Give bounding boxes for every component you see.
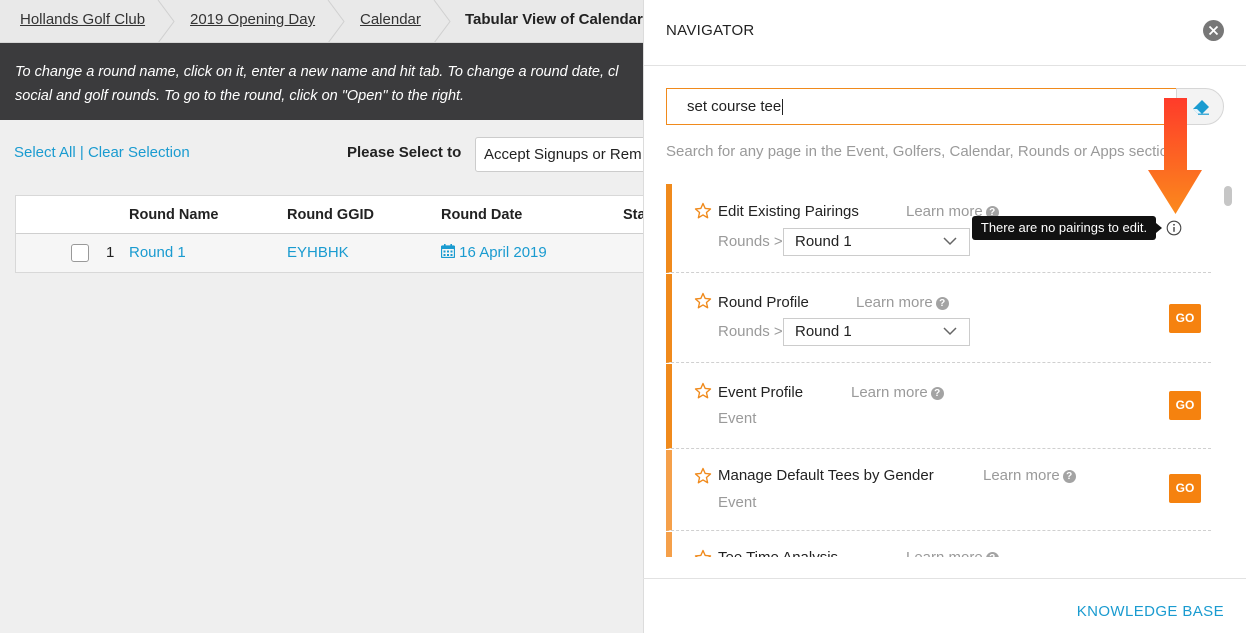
header-divider <box>644 65 1246 66</box>
result-title[interactable]: Event Profile <box>718 384 803 401</box>
result-title[interactable]: Manage Default Tees by Gender <box>718 467 934 484</box>
learn-more-link[interactable]: Learn more? <box>906 549 999 557</box>
column-header-round-ggid[interactable]: Round GGID <box>287 207 374 223</box>
round-name-link[interactable]: Round 1 <box>129 244 186 261</box>
text-caret <box>782 99 784 116</box>
breadcrumb-separator-icon <box>432 0 454 42</box>
question-icon: ? <box>930 387 944 400</box>
question-icon: ? <box>1062 470 1076 483</box>
learn-more-text: Learn more <box>983 467 1060 484</box>
result-subtitle: Event <box>718 410 757 427</box>
learn-more-text: Learn more <box>856 294 933 311</box>
learn-more-text: Learn more <box>851 384 928 401</box>
round-ggid-link[interactable]: EYHBHK <box>287 244 349 261</box>
info-icon[interactable] <box>1166 220 1182 236</box>
annotation-arrow-icon <box>1148 98 1202 214</box>
knowledge-base-link[interactable]: KNOWLEDGE BASE <box>1077 603 1224 620</box>
navigator-search-input[interactable]: set course tee <box>666 88 1180 125</box>
rounds-table: Round Name Round GGID Round Date Sta 1 R… <box>15 195 655 273</box>
link-separator: | <box>79 144 84 161</box>
breadcrumb-separator-icon <box>156 0 178 42</box>
list-item: Round Profile Learn more? Rounds > Round… <box>666 274 1211 363</box>
please-select-label: Please Select to <box>347 144 462 161</box>
breadcrumb-item-calendar[interactable]: Calendar <box>360 0 421 42</box>
star-icon[interactable] <box>694 467 712 485</box>
instructions-line-2: social and golf rounds. To go to the rou… <box>15 88 465 104</box>
pairings-tooltip: There are no pairings to edit. <box>972 216 1162 240</box>
round-select[interactable]: Round 1 <box>783 228 970 256</box>
breadcrumb-item-club[interactable]: Hollands Golf Club <box>20 0 145 42</box>
question-icon: ? <box>985 552 999 557</box>
chevron-down-icon <box>943 237 957 246</box>
bulk-action-select[interactable]: Accept Signups or Rem <box>475 137 655 172</box>
select-all-link[interactable]: Select All <box>14 144 76 161</box>
star-icon[interactable] <box>694 382 712 400</box>
result-subtitle: Event <box>718 494 757 511</box>
calendar-icon <box>440 244 456 259</box>
star-icon[interactable] <box>694 202 712 220</box>
learn-more-text: Learn more <box>906 549 983 557</box>
question-icon: ? <box>935 297 949 310</box>
breadcrumb-item-event[interactable]: 2019 Opening Day <box>190 0 315 42</box>
close-icon[interactable] <box>1203 20 1224 41</box>
selection-links: Select All | Clear Selection <box>14 144 190 161</box>
search-input-value: set course tee <box>687 98 782 115</box>
learn-more-link[interactable]: Learn more? <box>983 467 1076 484</box>
result-breadcrumb: Rounds > <box>718 323 783 340</box>
instructions-banner: To change a round name, click on it, ent… <box>0 43 643 120</box>
table-row: 1 Round 1 EYHBHK 16 April 2019 <box>16 234 654 272</box>
round-select-value: Round 1 <box>795 323 852 340</box>
go-button[interactable]: GO <box>1169 304 1201 333</box>
column-header-round-name[interactable]: Round Name <box>129 207 218 223</box>
breadcrumb-separator-icon <box>326 0 348 42</box>
footer-divider <box>643 578 1246 579</box>
result-title[interactable]: Round Profile <box>718 294 809 311</box>
results-scrollbar[interactable] <box>1222 184 1234 557</box>
list-item: Tee Time Analysis Learn more? <box>666 532 1211 557</box>
row-checkbox[interactable] <box>71 244 89 262</box>
scrollbar-thumb[interactable] <box>1224 186 1232 206</box>
breadcrumb-current: Tabular View of Calendar <box>465 11 643 28</box>
column-header-round-date[interactable]: Round Date <box>441 207 522 223</box>
round-date-link[interactable]: 16 April 2019 <box>440 244 547 261</box>
learn-more-link[interactable]: Learn more? <box>856 294 949 311</box>
result-title[interactable]: Edit Existing Pairings <box>718 203 859 220</box>
star-icon[interactable] <box>694 292 712 310</box>
learn-more-link[interactable]: Learn more? <box>851 384 944 401</box>
list-item: Manage Default Tees by Gender Learn more… <box>666 450 1211 531</box>
chevron-down-icon <box>943 327 957 336</box>
breadcrumb: Hollands Golf Club 2019 Opening Day Cale… <box>0 0 643 43</box>
round-select[interactable]: Round 1 <box>783 318 970 346</box>
round-date-text: 16 April 2019 <box>459 244 547 261</box>
row-index: 1 <box>106 244 115 261</box>
search-hint: Search for any page in the Event, Golfer… <box>666 143 1188 160</box>
instructions-line-1: To change a round name, click on it, ent… <box>15 64 619 80</box>
result-breadcrumb: Rounds > <box>718 233 783 250</box>
navigator-title: NAVIGATOR <box>666 22 755 39</box>
list-item: Event Profile Learn more? Event GO <box>666 364 1211 449</box>
table-header: Round Name Round GGID Round Date Sta <box>16 196 654 234</box>
star-icon[interactable] <box>694 549 712 557</box>
clear-selection-link[interactable]: Clear Selection <box>88 144 190 161</box>
navigator-panel: NAVIGATOR set course tee Search for any … <box>643 0 1246 633</box>
go-button[interactable]: GO <box>1169 391 1201 420</box>
go-button[interactable]: GO <box>1169 474 1201 503</box>
round-select-value: Round 1 <box>795 233 852 250</box>
result-title[interactable]: Tee Time Analysis <box>718 549 838 557</box>
